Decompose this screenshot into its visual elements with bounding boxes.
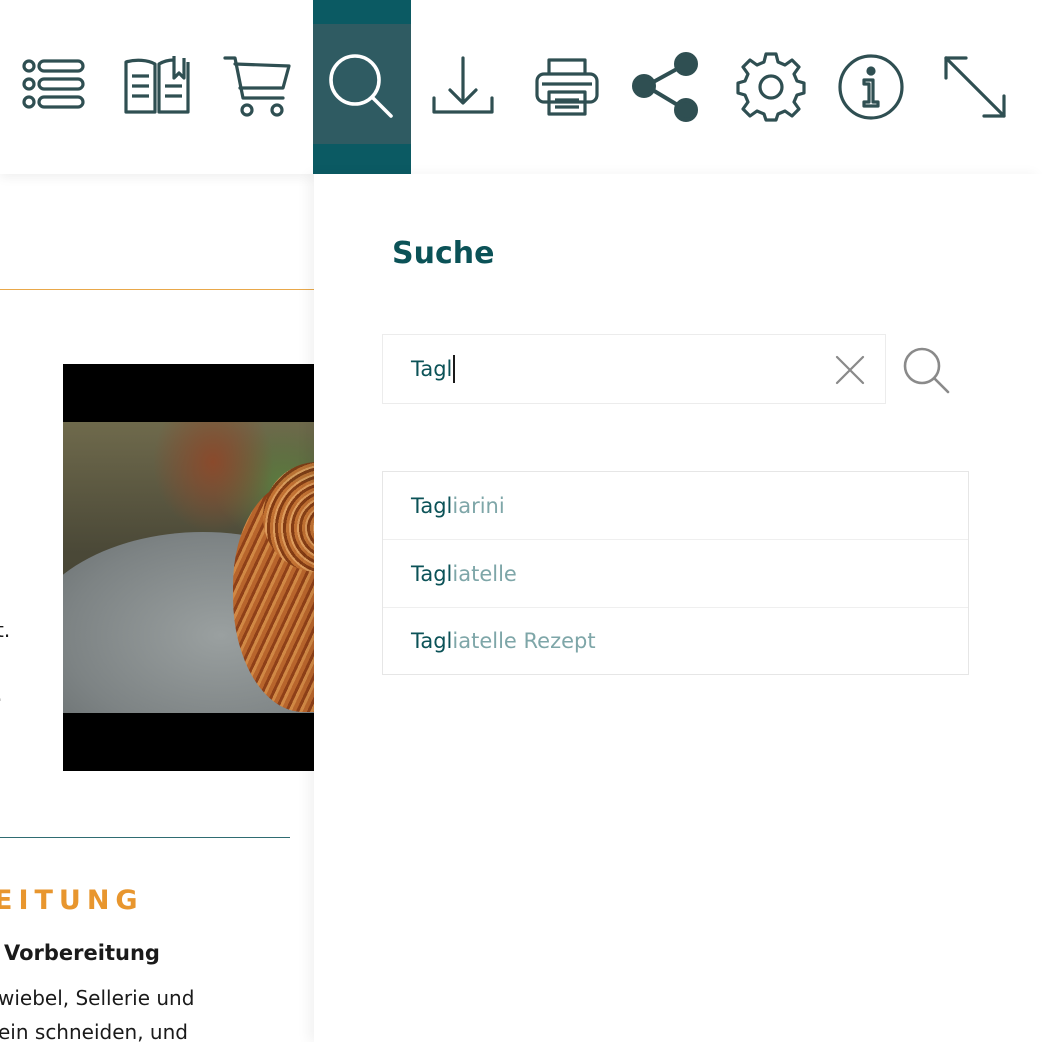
body-text: ein schneiden, und	[0, 1020, 188, 1042]
document-page: t. . EITUNG Vorbereitung wiebel, Selleri…	[0, 174, 314, 1042]
print-button[interactable]	[517, 0, 617, 174]
search-submit-icon[interactable]	[902, 346, 952, 396]
text-fragment: t.	[0, 618, 11, 642]
body-text: wiebel, Sellerie und	[0, 986, 195, 1010]
suggestion-list: Tagl iarini Tagl iatelle Tagl iatelle Rezep…	[382, 471, 969, 675]
text-caret	[453, 355, 456, 383]
share-button[interactable]	[617, 0, 717, 174]
search-toolbar-button[interactable]	[313, 0, 411, 174]
search-input[interactable]: Tagl	[382, 334, 886, 404]
search-panel: Suche Tagl Tagl iarini Tagl iatelle Tagl ia…	[314, 174, 1042, 1042]
teal-divider	[0, 837, 290, 838]
book-icon	[124, 56, 190, 114]
section-subheading: Vorbereitung	[4, 941, 160, 965]
fullscreen-icon	[944, 56, 1006, 118]
info-icon	[838, 54, 904, 120]
suggestion-item[interactable]: Tagl iatelle	[383, 540, 968, 608]
close-icon[interactable]	[833, 353, 867, 387]
toc-button[interactable]	[6, 0, 106, 174]
list-icon	[22, 59, 85, 109]
fullscreen-button[interactable]	[925, 0, 1025, 174]
suggestion-item[interactable]: Tagl iarini	[383, 472, 968, 540]
orange-divider	[0, 289, 314, 290]
download-button[interactable]	[413, 0, 513, 174]
search-input-value: Tagl	[411, 357, 453, 381]
info-button[interactable]	[821, 0, 921, 174]
section-heading: EITUNG	[0, 885, 144, 916]
text-fragment: .	[0, 682, 2, 706]
print-icon	[535, 58, 599, 116]
panel-title: Suche	[392, 236, 495, 271]
toolbar	[0, 0, 1042, 174]
gear-icon	[736, 52, 806, 122]
download-icon	[432, 56, 494, 114]
catalog-button[interactable]	[107, 0, 207, 174]
settings-button[interactable]	[721, 0, 821, 174]
recipe-video[interactable]	[63, 364, 314, 771]
share-icon	[632, 52, 698, 122]
search-icon	[329, 54, 393, 118]
suggestion-item[interactable]: Tagl iatelle Rezept	[383, 608, 968, 674]
video-frame	[63, 422, 314, 713]
cart-icon	[223, 56, 291, 117]
cart-button[interactable]	[208, 0, 308, 174]
